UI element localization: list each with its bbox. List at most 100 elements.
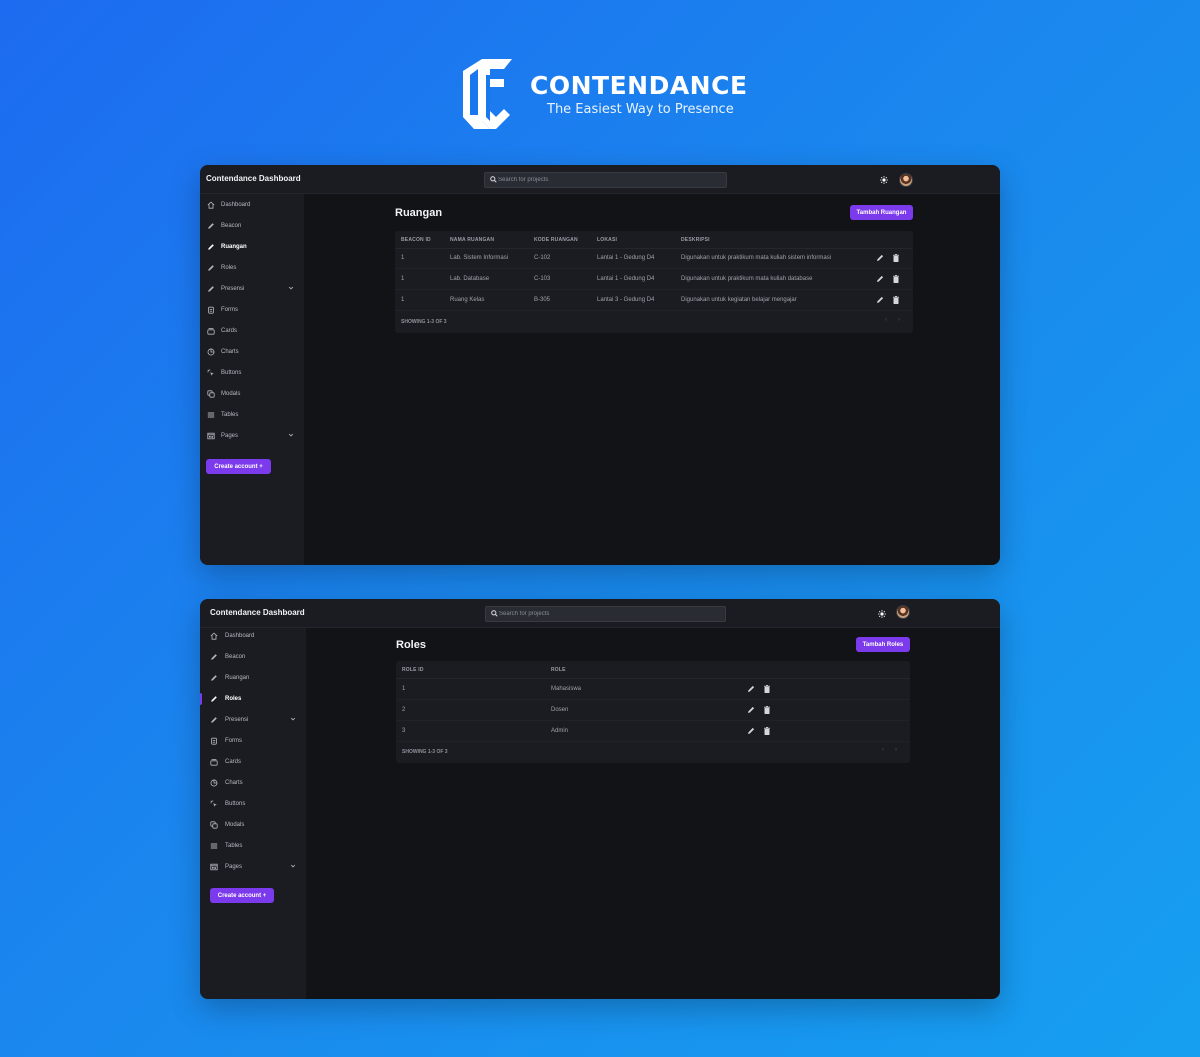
sidebar-item-ruangan[interactable]: Ruangan	[200, 239, 304, 255]
brand-name: CONTENDANCE	[530, 71, 748, 100]
table-cell: Lantai 3 - Gedung D4	[597, 297, 655, 303]
pagination-next[interactable]: ›	[898, 317, 900, 323]
sidebar-item-charts[interactable]: Charts	[200, 775, 306, 791]
sidebar-item-modals[interactable]: Modals	[200, 386, 304, 402]
edit-icon[interactable]	[746, 705, 756, 715]
trash-icon[interactable]	[762, 684, 772, 694]
trash-icon[interactable]	[891, 253, 901, 263]
table-cell: Dosen	[551, 707, 569, 713]
table-cell: C-102	[534, 255, 551, 261]
search-icon	[490, 176, 497, 183]
sidebar-item-beacon[interactable]: Beacon	[200, 649, 306, 665]
search-box[interactable]	[485, 606, 726, 622]
brand-header: CONTENDANCE The Easiest Way to Presence	[460, 55, 750, 135]
sidebar-item-dashboard[interactable]: Dashboard	[200, 628, 306, 644]
app-title[interactable]: Contendance Dashboard	[210, 608, 305, 617]
clipboard-icon	[211, 737, 217, 745]
pagination-prev[interactable]: ‹	[885, 317, 887, 323]
avatar[interactable]	[899, 173, 913, 187]
sidebar-item-pages[interactable]: Pages	[200, 428, 304, 444]
edit-icon[interactable]	[875, 274, 885, 284]
sidebar-item-label: Forms	[225, 738, 242, 744]
pencil-icon	[208, 223, 214, 229]
topbar: Contendance Dashboard	[200, 165, 1000, 194]
pie-chart-icon	[210, 779, 218, 787]
create-account-button[interactable]: Create account +	[210, 888, 274, 903]
sidebar: Dashboard Beacon Ruangan Roles Presensi …	[200, 194, 304, 565]
search-input[interactable]	[498, 174, 718, 186]
table-cell: Ruang Kelas	[450, 297, 485, 303]
sidebar-item-label: Dashboard	[221, 202, 251, 208]
edit-icon[interactable]	[746, 684, 756, 694]
pencil-icon	[211, 696, 217, 702]
sidebar-item-beacon[interactable]: Beacon	[200, 218, 304, 234]
table-cell: Digunakan untuk praktikum mata kuliah si…	[681, 255, 832, 261]
sidebar-item-label: Charts	[221, 349, 239, 355]
sidebar-item-charts[interactable]: Charts	[200, 344, 304, 360]
edit-icon[interactable]	[875, 295, 885, 305]
sidebar-item-presensi[interactable]: Presensi	[200, 281, 304, 297]
sidebar-item-tables[interactable]: Tables	[200, 407, 304, 423]
sidebar-item-forms[interactable]: Forms	[200, 733, 306, 749]
sidebar-item-buttons[interactable]: Buttons	[200, 365, 304, 381]
home-icon	[210, 632, 218, 640]
sidebar-item-label: Ruangan	[221, 244, 247, 250]
sidebar-item-ruangan[interactable]: Ruangan	[200, 670, 306, 686]
sun-icon[interactable]	[878, 610, 886, 618]
table-cell: Digunakan untuk praktikum mata kuliah da…	[681, 276, 813, 282]
sidebar-item-forms[interactable]: Forms	[200, 302, 304, 318]
sidebar-item-tables[interactable]: Tables	[200, 838, 306, 854]
table-cell: Lab. Sistem Informasi	[450, 255, 509, 261]
trash-icon[interactable]	[762, 705, 772, 715]
table-row: 3 Admin	[396, 721, 910, 742]
sidebar-item-modals[interactable]: Modals	[200, 817, 306, 833]
edit-icon[interactable]	[746, 726, 756, 736]
sidebar-item-label: Cards	[221, 328, 238, 334]
create-account-button[interactable]: Create account +	[206, 459, 271, 474]
table-cell: 1	[401, 276, 405, 282]
pie-chart-icon	[207, 348, 215, 356]
sidebar-item-label: Charts	[225, 780, 243, 786]
add-ruangan-button[interactable]: Tambah Ruangan	[850, 205, 913, 220]
sun-icon[interactable]	[880, 176, 888, 184]
sidebar: Dashboard Beacon Ruangan Roles Presensi …	[200, 628, 306, 999]
sidebar-item-roles[interactable]: Roles	[200, 691, 306, 707]
trash-icon[interactable]	[762, 726, 772, 736]
cursor-click-icon	[207, 369, 214, 376]
sidebar-item-buttons[interactable]: Buttons	[200, 796, 306, 812]
pencil-icon	[208, 244, 214, 250]
trash-icon[interactable]	[891, 274, 901, 284]
edit-icon[interactable]	[875, 253, 885, 263]
sidebar-item-pages[interactable]: Pages	[200, 859, 306, 875]
sidebar-item-dashboard[interactable]: Dashboard	[200, 197, 304, 213]
search-box[interactable]	[484, 172, 727, 188]
column-header: BEACON ID	[401, 237, 431, 243]
trash-icon[interactable]	[891, 295, 901, 305]
sidebar-item-label: Pages	[225, 864, 243, 870]
sidebar-item-label: Modals	[221, 391, 241, 397]
table-footer-status: SHOWING 1-3 OF 3	[401, 319, 447, 325]
search-input[interactable]	[499, 608, 719, 620]
app-title[interactable]: Contendance Dashboard	[206, 174, 301, 183]
add-roles-button[interactable]: Tambah Roles	[856, 637, 910, 652]
table-cell: Lab. Database	[450, 276, 490, 282]
sidebar-item-cards[interactable]: Cards	[200, 323, 304, 339]
roles-table: ROLE ID ROLE 1 Mahasiswa 2 Dosen 3 Admin…	[396, 661, 910, 763]
pencil-icon	[208, 286, 214, 292]
column-header: KODE RUANGAN	[534, 237, 578, 243]
ruangan-table: BEACON ID NAMA RUANGAN KODE RUANGAN LOKA…	[395, 231, 913, 333]
page-title: Roles	[396, 639, 426, 651]
cards-icon	[207, 328, 215, 335]
avatar[interactable]	[896, 605, 910, 619]
sidebar-item-presensi[interactable]: Presensi	[200, 712, 306, 728]
pagination-prev[interactable]: ‹	[882, 747, 884, 753]
sidebar-item-cards[interactable]: Cards	[200, 754, 306, 770]
sidebar-item-label: Beacon	[221, 223, 242, 229]
pagination-next[interactable]: ›	[895, 747, 897, 753]
table-cell: 1	[401, 255, 405, 261]
column-header: ROLE	[551, 667, 566, 673]
sidebar-item-label: Beacon	[225, 654, 246, 660]
sidebar-item-label: Tables	[221, 412, 239, 418]
sidebar-item-label: Buttons	[221, 370, 242, 376]
sidebar-item-roles[interactable]: Roles	[200, 260, 304, 276]
